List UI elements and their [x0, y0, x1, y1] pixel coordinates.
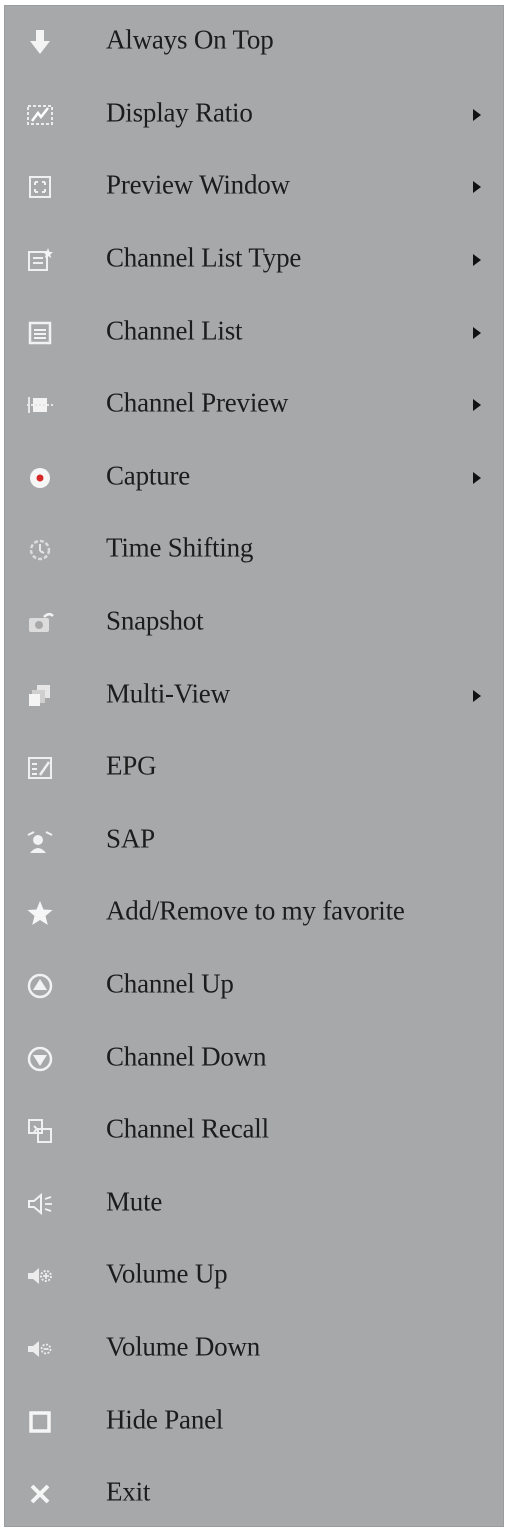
menu-item-label: Channel Recall: [106, 1113, 269, 1144]
menu-item-label: Channel List Type: [106, 242, 302, 273]
menu-item-channel-list[interactable]: Channel List: [5, 296, 503, 369]
menu-item-label: Mute: [106, 1186, 163, 1217]
channel-down-icon: [25, 1044, 55, 1074]
list-type-icon: [25, 245, 55, 275]
menu-item-label: SAP: [106, 823, 155, 854]
menu-item-label: Channel Preview: [106, 387, 289, 418]
recall-icon: [25, 1116, 55, 1146]
time-shift-icon: [25, 535, 55, 565]
sap-icon: [25, 826, 55, 856]
menu-item-hide-panel[interactable]: Hide Panel: [5, 1385, 503, 1458]
volume-up-icon: [25, 1261, 55, 1291]
menu-item-label: EPG: [106, 750, 157, 781]
preview-window-icon: [25, 172, 55, 202]
menu-item-exit[interactable]: Exit: [5, 1458, 503, 1531]
menu-item-label: Hide Panel: [106, 1404, 224, 1435]
menu-item-channel-preview[interactable]: Channel Preview: [5, 369, 503, 442]
star-icon: [25, 898, 55, 928]
menu-item-channel-list-type[interactable]: Channel List Type: [5, 224, 503, 297]
menu-item-label: Volume Up: [106, 1259, 228, 1290]
menu-item-label: Channel Down: [106, 1041, 267, 1072]
menu-item-mute[interactable]: Mute: [5, 1168, 503, 1241]
submenu-arrow-icon: [473, 399, 481, 412]
menu-item-sap[interactable]: SAP: [5, 805, 503, 878]
menu-item-channel-recall[interactable]: Channel Recall: [5, 1095, 503, 1168]
submenu-arrow-icon: [473, 181, 481, 194]
submenu-arrow-icon: [473, 254, 481, 267]
menu-item-label: Multi-View: [106, 678, 230, 709]
menu-item-volume-up[interactable]: Volume Up: [5, 1240, 503, 1313]
menu-item-label: Time Shifting: [106, 533, 254, 564]
menu-item-epg[interactable]: EPG: [5, 732, 503, 805]
submenu-arrow-icon: [473, 326, 481, 339]
menu-item-label: Channel List: [106, 315, 243, 346]
menu-item-label: Preview Window: [106, 170, 290, 201]
arrow-down-icon: [25, 27, 55, 57]
menu-item-channel-up[interactable]: Channel Up: [5, 950, 503, 1023]
channel-up-icon: [25, 971, 55, 1001]
record-icon: [25, 463, 55, 493]
menu-item-channel-down[interactable]: Channel Down: [5, 1022, 503, 1095]
menu-item-label: Snapshot: [106, 605, 204, 636]
menu-item-label: Channel Up: [106, 968, 234, 999]
menu-item-label: Display Ratio: [106, 97, 253, 128]
channel-list-icon: [25, 318, 55, 348]
submenu-arrow-icon: [473, 108, 481, 121]
menu-item-snapshot[interactable]: Snapshot: [5, 587, 503, 660]
multi-view-icon: [25, 681, 55, 711]
menu-item-display-ratio[interactable]: Display Ratio: [5, 79, 503, 152]
camera-icon: [25, 608, 55, 638]
mute-icon: [25, 1189, 55, 1219]
submenu-arrow-icon: [473, 471, 481, 484]
close-icon: [25, 1479, 55, 1509]
menu-item-preview-window[interactable]: Preview Window: [5, 151, 503, 224]
menu-item-label: Capture: [106, 460, 191, 491]
volume-down-icon: [25, 1334, 55, 1364]
epg-icon: [25, 753, 55, 783]
menu-item-label: Exit: [106, 1476, 151, 1507]
menu-item-always-on-top[interactable]: Always On Top: [5, 6, 503, 79]
menu-item-capture[interactable]: Capture: [5, 442, 503, 515]
menu-item-time-shifting[interactable]: Time Shifting: [5, 514, 503, 587]
context-menu: Always On Top Display Ratio Preview Wind…: [4, 5, 504, 1527]
menu-item-label: Always On Top: [106, 24, 274, 55]
display-ratio-icon: [25, 100, 55, 130]
menu-item-multi-view[interactable]: Multi-View: [5, 659, 503, 732]
menu-item-label: Volume Down: [106, 1331, 261, 1362]
submenu-arrow-icon: [473, 689, 481, 702]
channel-preview-icon: [25, 390, 55, 420]
menu-item-volume-down[interactable]: Volume Down: [5, 1313, 503, 1386]
menu-item-favorite[interactable]: Add/Remove to my favorite: [5, 877, 503, 950]
square-icon: [25, 1407, 55, 1437]
menu-item-label: Add/Remove to my favorite: [106, 896, 405, 927]
